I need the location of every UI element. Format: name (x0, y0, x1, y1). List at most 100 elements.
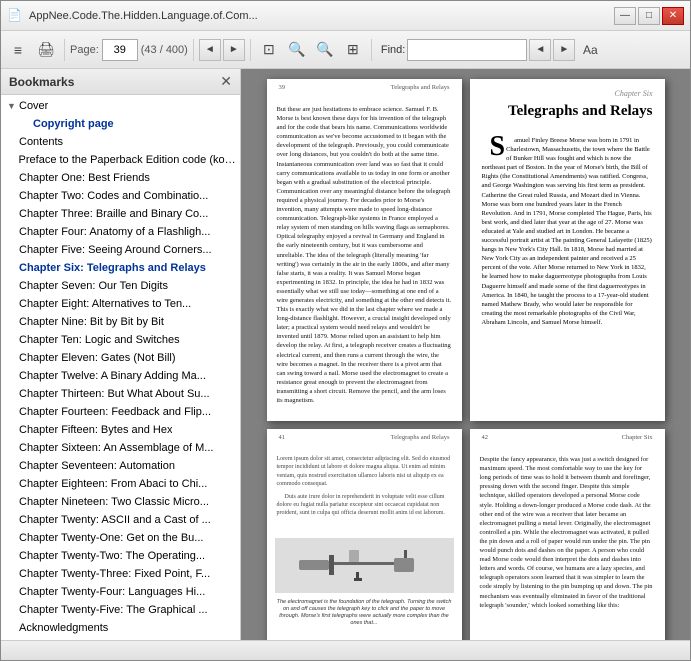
zoom-in-button[interactable]: 🔍 (312, 37, 338, 63)
sidebar-content[interactable]: ▼Cover Copyright page Contents Preface to t… (1, 95, 240, 640)
bookmark-label-23: Chapter Twenty: ASCII and a Cast of ... (19, 514, 211, 526)
chapter-body: Samuel Finley Breese Morse was born in 1… (470, 128, 665, 338)
find-options-button[interactable]: Aa (577, 37, 603, 63)
sidebar-item-29[interactable]: Acknowledgments (1, 619, 240, 637)
bookmark-label-25: Chapter Twenty-Two: The Operating... (19, 550, 205, 562)
bookmark-label-11: Chapter Eight: Alternatives to Ten... (19, 298, 191, 310)
sidebar-item-11[interactable]: Chapter Eight: Alternatives to Ten... (1, 295, 240, 313)
app-icon: 📄 (7, 8, 23, 24)
page-body-left-top: But these are just hesitations to embrac… (267, 93, 462, 421)
sidebar: Bookmarks ✕ ▼Cover Copyright page Contents… (1, 69, 241, 640)
sidebar-item-19[interactable]: Chapter Sixteen: An Assemblage of M... (1, 439, 240, 457)
bookmark-label-9: Chapter Six: Telegraphs and Relays (19, 262, 206, 274)
bookmark-label-3: Preface to the Paperback Edition code (k… (19, 154, 236, 166)
bookmark-label-12: Chapter Nine: Bit by Bit by Bit (19, 316, 164, 328)
pages-bottom-row: 41 Telegraphs and Relays Lorem ipsum dol… (267, 429, 665, 640)
find-prev-button[interactable]: ◄ (529, 39, 551, 61)
sidebar-item-14[interactable]: Chapter Eleven: Gates (Not Bill) (1, 349, 240, 367)
sidebar-item-13[interactable]: Chapter Ten: Logic and Switches (1, 331, 240, 349)
sidebar-item-21[interactable]: Chapter Eighteen: From Abaci to Chi... (1, 475, 240, 493)
bookmark-label-0: Cover (19, 100, 48, 112)
sidebar-item-20[interactable]: Chapter Seventeen: Automation (1, 457, 240, 475)
next-page-button[interactable]: ► (223, 39, 245, 61)
sidebar-close-button[interactable]: ✕ (220, 73, 232, 90)
chapter-body-text: amuel Finley Breese Morse was born in 17… (482, 137, 652, 326)
pdf-page-right-top: Chapter Six Telegraphs and Relays Samuel… (470, 79, 665, 421)
sidebar-item-15[interactable]: Chapter Twelve: A Binary Adding Ma... (1, 367, 240, 385)
toggle-icon-0: ▼ (7, 101, 17, 111)
sidebar-item-16[interactable]: Chapter Thirteen: But What About Su... (1, 385, 240, 403)
telegraph-image (275, 538, 454, 593)
sidebar-item-22[interactable]: Chapter Nineteen: Two Classic Micro... (1, 493, 240, 511)
page-label: Page: (70, 44, 99, 56)
main-window: 📄 AppNee.Code.The.Hidden.Language.of.Com… (0, 0, 691, 661)
sidebar-item-27[interactable]: Chapter Twenty-Four: Languages Hi... (1, 583, 240, 601)
bookmark-label-5: Chapter Two: Codes and Combinatio... (19, 190, 208, 202)
sidebar-item-17[interactable]: Chapter Fourteen: Feedback and Flip... (1, 403, 240, 421)
sidebar-item-7[interactable]: Chapter Four: Anatomy of a Flashligh... (1, 223, 240, 241)
bookmark-label-1: Copyright page (33, 118, 114, 130)
sidebar-item-12[interactable]: Chapter Nine: Bit by Bit by Bit (1, 313, 240, 331)
sidebar-item-23[interactable]: Chapter Twenty: ASCII and a Cast of ... (1, 511, 240, 529)
bookmark-label-2: Contents (19, 136, 63, 148)
sidebar-item-6[interactable]: Chapter Three: Braille and Binary Co... (1, 205, 240, 223)
bookmark-label-28: Chapter Twenty-Five: The Graphical ... (19, 604, 208, 616)
sidebar-item-1[interactable]: Copyright page (1, 115, 240, 133)
pdf-content[interactable]: 39 Telegraphs and Relays But these are j… (241, 69, 690, 640)
bookmark-label-21: Chapter Eighteen: From Abaci to Chi... (19, 478, 207, 490)
status-bar (1, 640, 690, 660)
separator-1 (64, 39, 65, 61)
sidebar-item-8[interactable]: Chapter Five: Seeing Around Corners... (1, 241, 240, 259)
bookmark-label-10: Chapter Seven: Our Ten Digits (19, 280, 168, 292)
pdf-page-right-bottom: 42 Chapter Six Despite the fancy appeara… (470, 429, 665, 640)
column-button[interactable]: ⊞ (340, 37, 366, 63)
find-next-button[interactable]: ► (553, 39, 575, 61)
sidebar-item-5[interactable]: Chapter Two: Codes and Combinatio... (1, 187, 240, 205)
bookmark-label-4: Chapter One: Best Friends (19, 172, 150, 184)
title-bar: 📄 AppNee.Code.The.Hidden.Language.of.Com… (1, 1, 690, 31)
separator-3 (250, 39, 251, 61)
pages-top-row: 39 Telegraphs and Relays But these are j… (267, 79, 665, 421)
bookmark-label-7: Chapter Four: Anatomy of a Flashligh... (19, 226, 210, 238)
sidebar-item-18[interactable]: Chapter Fifteen: Bytes and Hex (1, 421, 240, 439)
sidebar-item-0[interactable]: ▼Cover (1, 97, 240, 115)
sidebar-item-4[interactable]: Chapter One: Best Friends (1, 169, 240, 187)
sidebar-item-9[interactable]: Chapter Six: Telegraphs and Relays (1, 259, 240, 277)
page-info: (43 / 400) (141, 44, 188, 56)
separator-2 (193, 39, 194, 61)
sidebar-item-24[interactable]: Chapter Twenty-One: Get on the Bu... (1, 529, 240, 547)
zoom-out-button[interactable]: 🔍 (284, 37, 310, 63)
sidebar-title: Bookmarks (9, 75, 74, 89)
prev-page-button[interactable]: ◄ (199, 39, 221, 61)
pdf-page-left-bottom: 41 Telegraphs and Relays Lorem ipsum dol… (267, 429, 462, 640)
fit-button[interactable]: ⊡ (256, 37, 282, 63)
bookmark-label-27: Chapter Twenty-Four: Languages Hi... (19, 586, 205, 598)
bookmark-label-20: Chapter Seventeen: Automation (19, 460, 175, 472)
sidebar-item-26[interactable]: Chapter Twenty-Three: Fixed Point, F... (1, 565, 240, 583)
bookmark-label-14: Chapter Eleven: Gates (Not Bill) (19, 352, 176, 364)
page-control: Page: (43 / 400) (70, 39, 188, 61)
page-num-top-left: 39 Telegraphs and Relays (267, 79, 462, 93)
sidebar-item-2[interactable]: Contents (1, 133, 240, 151)
bookmark-label-26: Chapter Twenty-Three: Fixed Point, F... (19, 568, 210, 580)
page-body-right-bottom: Despite the fancy appearance, this was j… (470, 443, 665, 626)
bookmark-label-19: Chapter Sixteen: An Assemblage of M... (19, 442, 213, 454)
bookmark-label-13: Chapter Ten: Logic and Switches (19, 334, 180, 346)
sidebar-item-25[interactable]: Chapter Twenty-Two: The Operating... (1, 547, 240, 565)
maximize-button[interactable]: □ (638, 7, 660, 25)
minimize-button[interactable]: — (614, 7, 636, 25)
sidebar-item-3[interactable]: Preface to the Paperback Edition code (k… (1, 151, 240, 169)
find-input[interactable] (407, 39, 527, 61)
print-button[interactable]: 🖨 (33, 37, 59, 63)
page-input[interactable] (102, 39, 138, 61)
chapter-num: Chapter Six (482, 89, 653, 98)
sidebar-item-10[interactable]: Chapter Seven: Our Ten Digits (1, 277, 240, 295)
bookmark-label-6: Chapter Three: Braille and Binary Co... (19, 208, 208, 220)
bookmark-label-16: Chapter Thirteen: But What About Su... (19, 388, 210, 400)
sidebar-item-28[interactable]: Chapter Twenty-Five: The Graphical ... (1, 601, 240, 619)
menu-button[interactable]: ≡ (5, 37, 31, 63)
close-button[interactable]: ✕ (662, 7, 684, 25)
sidebar-header: Bookmarks ✕ (1, 69, 240, 95)
separator-4 (371, 39, 372, 61)
chapter-header: Chapter Six (470, 79, 665, 102)
